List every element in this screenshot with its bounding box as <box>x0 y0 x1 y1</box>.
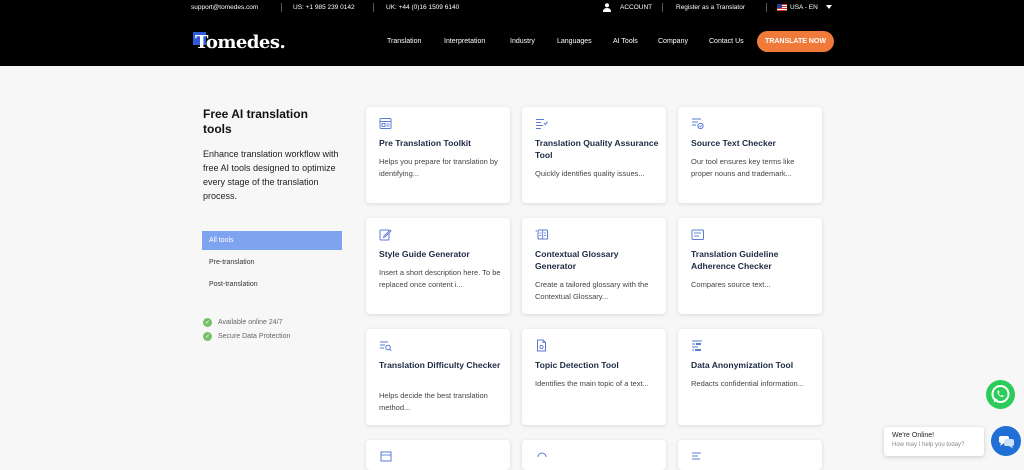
divider <box>373 3 374 12</box>
translate-now-button[interactable]: TRANSLATE NOW <box>757 31 834 52</box>
nav-translation[interactable]: Translation <box>387 38 421 45</box>
nav-languages[interactable]: Languages <box>557 38 592 45</box>
main-navbar: Tomedes. Translation Interpretation Indu… <box>0 15 1024 66</box>
nav-company[interactable]: Company <box>658 38 688 45</box>
text-check-icon <box>692 118 704 130</box>
tool-card-source-text-checker[interactable]: Source Text Checker Our tool ensures key… <box>678 107 822 203</box>
tool-card-style-guide-generator[interactable]: Style Guide Generator Insert a short des… <box>366 218 510 314</box>
locale-selector[interactable]: USA - EN <box>790 4 818 11</box>
nav-contact-us[interactable]: Contact Us <box>709 38 744 45</box>
tool-card-topic-detection[interactable]: Topic Detection Tool Identifies the main… <box>522 329 666 425</box>
document-icon <box>537 339 546 352</box>
list-icon <box>692 452 701 460</box>
feature-available-online: ✓ Available online 24/7 <box>203 318 282 327</box>
toolkit-icon <box>379 118 392 129</box>
tool-card-contextual-glossary[interactable]: Contextual Glossary Generator Create a t… <box>522 218 666 314</box>
card-description: Helps you prepare for translation by ide… <box>379 157 498 178</box>
chat-prompt[interactable]: We're Online! How may I help you today? <box>884 427 984 456</box>
card-title: Source Text Checker <box>691 138 776 148</box>
chat-subtitle: How may I help you today? <box>892 442 965 448</box>
register-translator-link[interactable]: Register as a Translator <box>676 4 745 11</box>
card-title: Style Guide Generator <box>379 249 470 259</box>
account-link[interactable]: ACCOUNT <box>620 4 652 11</box>
card-description: Quickly identifies quality issues... <box>535 169 645 178</box>
user-icon <box>603 3 611 12</box>
whatsapp-icon <box>991 385 1010 403</box>
nav-ai-tools[interactable]: AI Tools <box>613 38 638 45</box>
card-description: Insert a short description here. To be r… <box>379 268 501 289</box>
filter-post-translation[interactable]: Post-translation <box>202 275 342 294</box>
tool-card-guideline-adherence[interactable]: Translation Guideline Adherence Checker … <box>678 218 822 314</box>
tool-card-pre-translation-toolkit[interactable]: Pre Translation Toolkit Helps you prepar… <box>366 107 510 203</box>
table-icon <box>380 451 392 462</box>
tool-card-difficulty-checker[interactable]: Translation Difficulty Checker Helps dec… <box>366 329 510 425</box>
tool-card-data-anonymization[interactable]: Data Anonymization Tool Redacts confiden… <box>678 329 822 425</box>
tool-card-partial[interactable] <box>678 440 822 470</box>
feature-label: Available online 24/7 <box>218 319 283 326</box>
tool-card-partial[interactable] <box>522 440 666 470</box>
glossary-icon <box>535 229 548 240</box>
chat-button[interactable] <box>991 426 1021 456</box>
card-title: Contextual Glossary Generator <box>535 249 619 271</box>
filter-pre-translation[interactable]: Pre-translation <box>202 253 342 272</box>
check-icon: ✓ <box>203 318 212 327</box>
feature-label: Secure Data Protection <box>218 333 291 340</box>
nav-interpretation[interactable]: Interpretation <box>444 38 485 45</box>
filter-all-tools[interactable]: All tools <box>202 231 342 250</box>
pen-icon <box>379 229 392 241</box>
anonymize-icon <box>692 340 702 351</box>
card-description: Compares source text... <box>691 280 771 289</box>
nav-industry[interactable]: Industry <box>510 38 535 45</box>
logo[interactable]: Tomedes. <box>195 32 286 53</box>
card-description: Create a tailored glossary with the Cont… <box>535 280 649 301</box>
page-title: Free AI translation tools <box>203 107 308 136</box>
card-description: Redacts confidential information... <box>691 379 804 388</box>
card-title: Translation Difficulty Checker <box>379 360 501 370</box>
check-icon: ✓ <box>203 332 212 341</box>
card-title: Pre Translation Toolkit <box>379 138 472 148</box>
card-description: Identifies the main topic of a text... <box>535 379 649 388</box>
top-info-bar: support@tomedes.com US: +1 985 239 0142 … <box>0 0 1024 15</box>
divider <box>662 3 663 12</box>
page-description: Enhance translation workflow with free A… <box>203 149 339 201</box>
difficulty-icon <box>380 341 392 352</box>
card-title: Data Anonymization Tool <box>691 360 794 370</box>
chat-icon <box>999 436 1014 449</box>
whatsapp-button[interactable] <box>986 380 1015 409</box>
uk-phone-link[interactable]: UK: +44 (0)16 1509 6140 <box>386 4 459 11</box>
checklist-icon <box>536 119 548 129</box>
card-title: Translation Guideline Adherence Checker <box>691 249 779 271</box>
us-phone-link[interactable]: US: +1 985 239 0142 <box>293 4 355 11</box>
refresh-icon <box>537 452 547 458</box>
card-title: Topic Detection Tool <box>535 360 619 370</box>
divider <box>766 3 767 12</box>
tool-card-quality-assurance[interactable]: Translation Quality Assurance Tool Quick… <box>522 107 666 203</box>
support-email-link[interactable]: support@tomedes.com <box>191 4 258 11</box>
feature-secure-data: ✓ Secure Data Protection <box>203 332 290 341</box>
card-title: Translation Quality Assurance Tool <box>535 138 659 160</box>
tool-card-partial[interactable] <box>366 440 510 470</box>
us-flag-icon <box>777 4 787 11</box>
card-description: Our tool ensures key terms like proper n… <box>691 157 795 178</box>
chevron-down-icon[interactable] <box>826 5 832 9</box>
card-description: Helps decide the best translation method… <box>379 391 488 412</box>
divider <box>281 3 282 12</box>
chat-title: We're Online! <box>892 432 935 439</box>
guideline-icon <box>691 229 704 240</box>
